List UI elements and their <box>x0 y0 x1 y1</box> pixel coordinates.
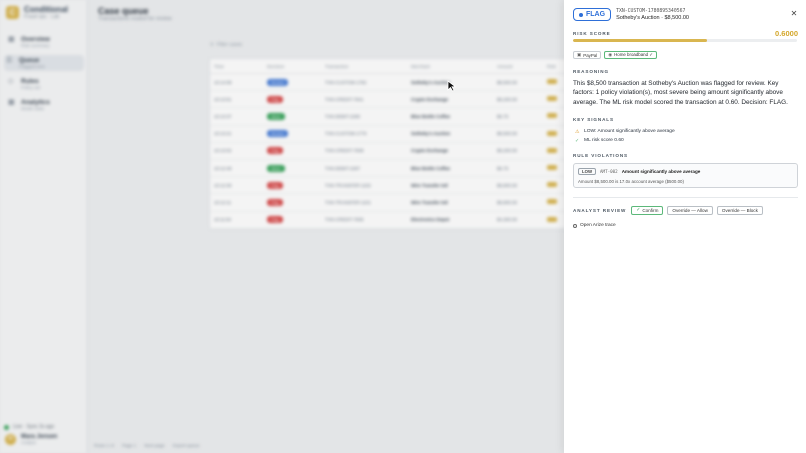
decision-badge: FLAG <box>573 8 612 21</box>
signal-tags: ▣ PayPal ◉ Home broadband ✓ <box>573 51 657 59</box>
mouse-cursor-icon <box>447 80 457 92</box>
reasoning-label: Reasoning <box>573 69 609 74</box>
rule-title: Amount significantly above average <box>621 169 701 174</box>
modal-scrim[interactable] <box>0 0 564 453</box>
override-allow-button[interactable]: Override — Allow <box>667 206 713 215</box>
tag-network: ◉ Home broadband ✓ <box>604 51 657 59</box>
tag-label: Home broadband ✓ <box>614 52 653 57</box>
transaction-detail-drawer: FLAG TXN-CUSTOM-1780895340567 Sotheby's … <box>564 0 806 453</box>
violation-header: LOW AMT-002 Amount significantly above a… <box>578 168 700 175</box>
confirm-label: Confirm <box>642 208 659 213</box>
warning-icon: ⚠ <box>575 128 580 135</box>
reasoning-text: This $8,500 transaction at Sotheby's Auc… <box>573 80 788 106</box>
risk-score-value: 0.6000 <box>775 29 798 38</box>
close-button[interactable]: ✕ <box>789 9 799 19</box>
tag-payment-method: ▣ PayPal <box>573 51 602 59</box>
decision-text: FLAG <box>586 11 606 18</box>
signal-text: LOW: Amount significantly above average <box>584 129 675 134</box>
analyst-review: Analyst review ✓ Confirm Override — Allo… <box>573 206 763 215</box>
confirm-button[interactable]: ✓ Confirm <box>631 206 664 215</box>
decision-dot-icon <box>579 12 583 17</box>
drawer-header: FLAG TXN-CUSTOM-1780895340567 Sotheby's … <box>573 8 689 21</box>
severity-badge: LOW <box>578 168 597 175</box>
rule-violations-label: Rule violations <box>573 153 629 158</box>
divider <box>573 197 798 198</box>
check-icon: ✓ <box>636 208 641 213</box>
signal-item: ✓ ML risk score 0.60 <box>575 136 675 145</box>
rule-violation-card: LOW AMT-002 Amount significantly above a… <box>573 163 798 188</box>
rule-detail: Amount $8,500.00 is 17.0x account averag… <box>578 179 684 184</box>
risk-score-bar <box>573 39 797 42</box>
key-signals-label: Key signals <box>573 117 614 122</box>
signal-item: ⚠ LOW: Amount significantly above averag… <box>575 127 675 136</box>
network-icon: ◉ <box>608 52 613 57</box>
close-icon: ✕ <box>790 9 798 18</box>
rule-code: AMT-002 <box>600 169 618 174</box>
override-block-label: Override — Block <box>721 208 758 213</box>
override-block-button[interactable]: Override — Block <box>716 206 763 215</box>
open-trace-link[interactable]: Open Arize trace <box>573 223 616 228</box>
check-icon: ✓ <box>575 137 580 144</box>
external-link-icon <box>573 223 577 228</box>
tag-label: PayPal <box>583 52 598 58</box>
risk-score-fill <box>573 39 708 42</box>
trace-link-label: Open Arize trace <box>580 223 616 228</box>
transaction-id: TXN-CUSTOM-1780895340567 <box>616 8 686 14</box>
risk-score-label: Risk score <box>573 31 611 36</box>
override-allow-label: Override — Allow <box>672 208 708 213</box>
transaction-merchant-amount: Sotheby's Auction · $8,500.00 <box>616 14 689 21</box>
key-signals-list: ⚠ LOW: Amount significantly above averag… <box>575 127 675 145</box>
signal-text: ML risk score 0.60 <box>584 138 624 143</box>
card-icon: ▣ <box>577 52 582 57</box>
analyst-review-label: Analyst review <box>573 208 627 213</box>
